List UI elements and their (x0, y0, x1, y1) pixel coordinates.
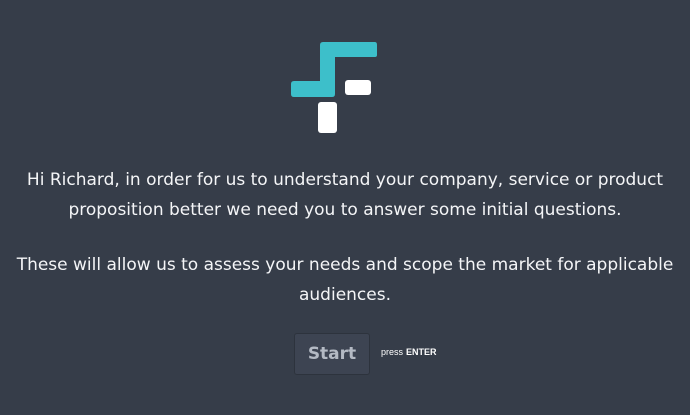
logo-white-block-right (345, 80, 371, 95)
keyboard-hint-key: ENTER (406, 347, 437, 357)
intro-paragraph-1: Hi Richard, in order for us to understan… (0, 165, 690, 225)
keyboard-hint-prefix: press (381, 347, 404, 357)
intro-paragraph-2-line-2: audiences. (298, 285, 391, 305)
start-button[interactable]: Start (294, 333, 370, 375)
logo-white-block-bottom (318, 102, 337, 133)
intro-paragraph-1-line-2: proposition better we need you to answer… (68, 200, 622, 220)
keyboard-hint: press ENTER (381, 347, 437, 357)
intro-paragraph-1-line-1: Hi Richard, in order for us to understan… (26, 170, 664, 190)
intro-paragraph-2-line-1: These will allow us to assess your needs… (16, 255, 674, 275)
intro-paragraph-2: These will allow us to assess your needs… (0, 250, 690, 310)
brand-logo-icon (291, 42, 377, 133)
